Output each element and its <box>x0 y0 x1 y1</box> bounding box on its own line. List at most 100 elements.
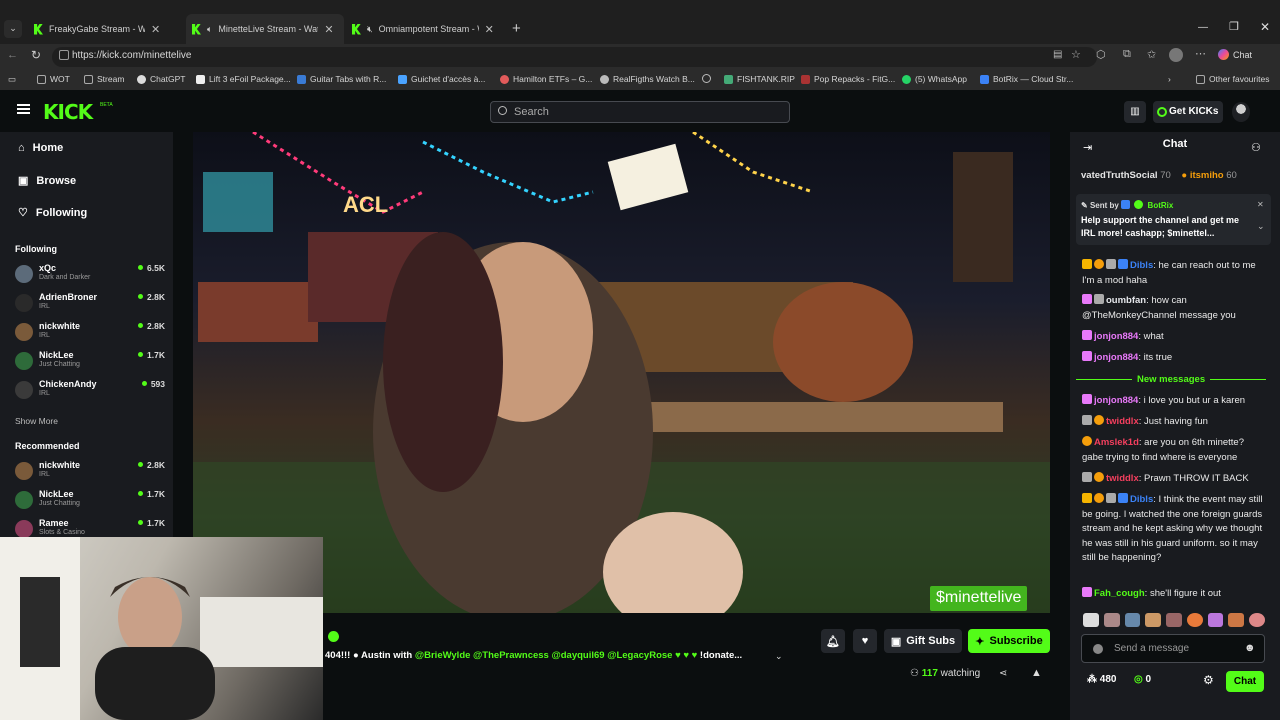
share-icon[interactable]: ⋖ <box>999 668 1007 679</box>
gift-subs-button[interactable]: ▣ Gift Subs <box>884 629 962 653</box>
browser-tab[interactable]: 🔇︎ Omniampotent Stream - Wat ✕ <box>346 14 504 44</box>
copilot-chat-button[interactable]: Chat <box>1218 49 1252 60</box>
bookmark-item[interactable]: (5) WhatsApp <box>902 74 967 84</box>
emote-icon[interactable] <box>1249 613 1266 627</box>
botrix-icon <box>980 74 989 84</box>
settings-gear-icon[interactable]: ⚙ <box>1203 673 1214 687</box>
bookmark-item[interactable]: Guichet d'accès à... <box>398 74 485 84</box>
minimize-icon[interactable]: — <box>1198 22 1208 33</box>
emote-icon[interactable] <box>1207 613 1224 627</box>
botrix-badge-icon <box>1121 200 1131 209</box>
kicks-counter[interactable]: ◎ 0 <box>1134 674 1151 685</box>
bookmark-item[interactable]: WOT <box>37 74 70 84</box>
bookmark-item[interactable]: Pop Repacks - FitG... <box>801 74 895 84</box>
browser-tab-active[interactable]: 🔈︎ MinetteLive Stream - Watch L ✕ <box>186 14 344 44</box>
bookmark-item[interactable]: Guitar Tabs with R... <box>297 74 386 84</box>
emoji-icon[interactable]: ☻ <box>1244 642 1256 654</box>
emote-icon[interactable] <box>1145 613 1162 627</box>
gifter-badge-icon <box>1082 330 1092 340</box>
user-avatar[interactable] <box>1232 102 1250 122</box>
show-more-link[interactable]: Show More <box>15 416 58 426</box>
search-input[interactable]: Search <box>490 101 790 123</box>
reload-icon[interactable]: ↻ <box>31 48 41 62</box>
sidebar-channel[interactable]: NickLee Just Chatting 1.7K <box>15 489 165 515</box>
emote-icon[interactable] <box>1083 613 1099 627</box>
kicks-coin-icon <box>1157 107 1167 117</box>
kick-favicon-icon <box>192 23 201 35</box>
expand-title-icon[interactable]: ⌄ <box>775 651 783 662</box>
report-icon[interactable]: ▲ <box>1031 667 1042 679</box>
chevron-right-icon[interactable]: › <box>1168 74 1171 84</box>
chat-users-icon[interactable]: ⚇ <box>1251 141 1261 154</box>
star-icon: ✦ <box>975 635 985 648</box>
pinned-message[interactable]: ✎ Sent by BotRix Help support the channe… <box>1076 194 1271 245</box>
favorite-star-icon[interactable]: ☆ <box>1071 48 1081 61</box>
sidebar-channel[interactable]: nickwhite IRL 2.8K <box>15 460 165 486</box>
chat-message: Dibls: I think the event may still be go… <box>1082 493 1263 563</box>
emote-icon[interactable] <box>1124 613 1141 627</box>
whatsapp-icon <box>902 74 911 84</box>
sidebar-channel[interactable]: ChickenAndy IRL 593 <box>15 379 165 405</box>
follow-button[interactable]: ♥ <box>853 629 877 653</box>
sidebar-channel[interactable]: nickwhite IRL 2.8K <box>15 321 165 347</box>
close-tab-icon[interactable]: ✕ <box>324 23 333 36</box>
sidebar-channel[interactable]: NickLee Just Chatting 1.7K <box>15 350 165 376</box>
emote-icon[interactable] <box>1228 613 1245 627</box>
bookmark-item[interactable]: Stream <box>84 74 124 84</box>
emote-icon[interactable] <box>1166 613 1182 627</box>
theater-mode-icon[interactable]: ▥ <box>1124 101 1146 123</box>
split-screen-icon[interactable]: ⧉ <box>1123 48 1131 61</box>
maximize-icon[interactable]: ❐ <box>1229 20 1239 33</box>
points-counter[interactable]: ⁂ 480 <box>1087 674 1116 685</box>
new-tab-button[interactable]: + <box>512 20 521 37</box>
unpin-icon[interactable]: ✕ <box>1257 200 1264 209</box>
close-tab-icon[interactable]: ✕ <box>151 23 160 36</box>
gifter-badge-icon <box>1082 587 1092 597</box>
emote-badge-icon <box>1106 259 1116 269</box>
nav-browse[interactable]: ▣ Browse <box>18 174 76 188</box>
emote-icon[interactable] <box>1103 613 1120 627</box>
bookmark-item[interactable]: Hamilton ETFs – G... <box>500 74 592 84</box>
sidebar-channel[interactable]: AdrienBroner IRL 2.8K <box>15 292 165 318</box>
chat-message: jonjon884: what <box>1082 330 1266 345</box>
browser-tab[interactable]: FreakyGabe Stream - Watch L ✕ <box>28 14 184 44</box>
subscribe-button[interactable]: ✦ Subscribe <box>968 629 1050 653</box>
nav-following[interactable]: ♡ Following <box>18 206 87 220</box>
bookmark-item[interactable]: BotRix — Cloud Str... <box>980 74 1073 84</box>
notifications-button[interactable]: 🔔︎ <box>821 629 845 653</box>
extensions-icon[interactable]: ⬡ <box>1096 48 1106 61</box>
bookmark-item[interactable]: FISHTANK.RIP <box>724 74 795 84</box>
back-icon[interactable]: ← <box>7 49 18 61</box>
tab-list-button[interactable]: ⌄ <box>4 20 22 38</box>
close-tab-icon[interactable]: ✕ <box>485 23 494 36</box>
close-window-icon[interactable]: ✕ <box>1260 20 1270 34</box>
speaker-icon[interactable]: 🔈︎ <box>207 24 212 35</box>
muted-speaker-icon[interactable]: 🔇︎ <box>367 24 373 35</box>
get-kicks-button[interactable]: Get KICKs <box>1153 101 1223 123</box>
bookmark-item[interactable]: Lift 3 eFoil Package... <box>196 74 291 84</box>
send-chat-button[interactable]: Chat <box>1226 671 1264 692</box>
bookmark-item[interactable]: RealFigths Watch B... <box>600 74 695 84</box>
favorites-icon[interactable]: ✩ <box>1147 48 1156 61</box>
nav-home[interactable]: ⌂ Home <box>18 142 63 154</box>
sidebar-channel[interactable]: xQc Dark and Darker 6.5K <box>15 263 165 289</box>
site-info-icon[interactable] <box>59 50 69 60</box>
bookmarks-menu-icon[interactable]: ▭ <box>8 74 16 85</box>
more-menu-icon[interactable]: ⋯ <box>1195 47 1206 60</box>
emote-icon[interactable] <box>1186 613 1203 627</box>
hamburger-menu-icon[interactable] <box>17 104 30 114</box>
chat-message-input[interactable]: Send a message ☻ <box>1081 634 1265 663</box>
url-field[interactable]: https://kick.com/minettelive <box>52 47 1097 67</box>
home-icon: ⌂ <box>18 142 25 154</box>
expand-icon[interactable]: ⌄ <box>1257 221 1265 232</box>
profile-avatar[interactable] <box>1169 48 1183 62</box>
sidebar-channel[interactable]: Ramee Slots & Casino 1.7K <box>15 518 165 537</box>
sub-badge-icon <box>1094 472 1104 482</box>
kick-logo[interactable]: KICK <box>43 100 93 124</box>
other-favourites[interactable]: Other favourites <box>1196 74 1269 84</box>
reader-view-icon[interactable]: ▤ <box>1053 49 1062 60</box>
heart-emotes: ♥ ♥ ♥ <box>672 650 698 661</box>
bookmark-item[interactable] <box>702 74 711 83</box>
bell-icon: 🔔︎ <box>826 635 840 648</box>
bookmark-item[interactable]: ChatGPT <box>137 74 185 84</box>
